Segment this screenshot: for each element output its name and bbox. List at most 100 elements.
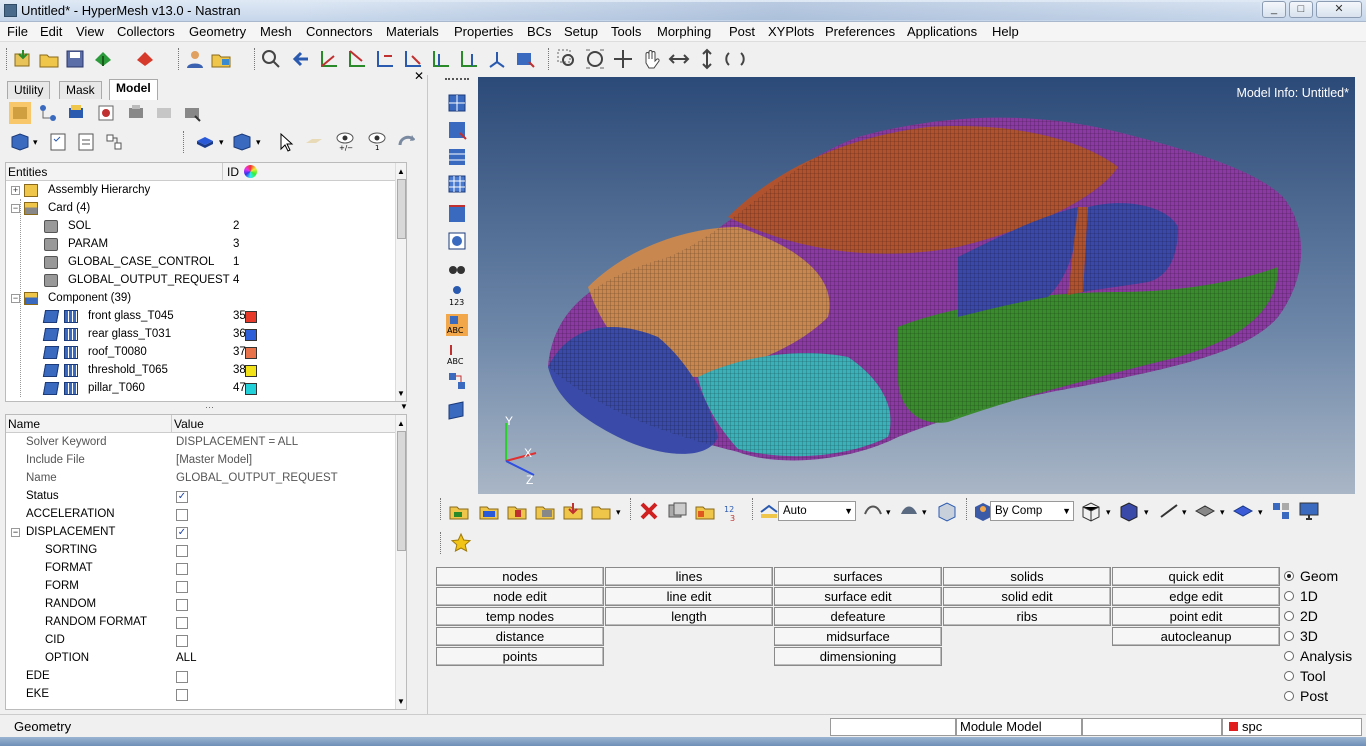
close-button[interactable]: ✕: [1316, 1, 1362, 18]
tree-row[interactable]: threshold_T065 38: [6, 362, 406, 380]
property-checkbox[interactable]: [176, 599, 188, 611]
view-zx-icon[interactable]: [374, 48, 396, 70]
find-icon[interactable]: [446, 258, 468, 280]
component-display-icon[interactable]: [42, 382, 60, 395]
component-display-icon[interactable]: [42, 346, 60, 359]
find-attached-icon[interactable]: [694, 500, 716, 522]
panel-button-midsurface[interactable]: midsurface: [774, 627, 942, 646]
tree-row[interactable]: − Card (4): [6, 200, 406, 218]
property-row[interactable]: CID: [6, 632, 406, 650]
open-icon[interactable]: [38, 48, 60, 70]
chevron-down-icon[interactable]: ▾: [1258, 507, 1263, 518]
view-user-icon[interactable]: [514, 48, 536, 70]
hierarchy-view-icon[interactable]: [37, 102, 59, 124]
graphics-viewport[interactable]: Model Info: Untitled* Y X Z: [478, 77, 1355, 494]
tree-row[interactable]: GLOBAL_CASE_CONTROL 1: [6, 254, 406, 272]
element-display-icon[interactable]: [64, 328, 78, 341]
chevron-down-icon[interactable]: ▾: [1106, 507, 1111, 518]
view-iso-icon[interactable]: [486, 48, 508, 70]
pan-horizontal-icon[interactable]: [668, 48, 690, 70]
menu-mesh[interactable]: Mesh: [260, 24, 292, 39]
tree-row[interactable]: + Assembly Hierarchy: [6, 182, 406, 200]
minimize-button[interactable]: _: [1262, 1, 1286, 18]
component-color-swatch[interactable]: [245, 311, 257, 323]
user-profile-icon[interactable]: [184, 48, 206, 70]
panel-button-line-edit[interactable]: line edit: [605, 587, 773, 606]
property-row[interactable]: RANDOM: [6, 596, 406, 614]
property-row[interactable]: EDE: [6, 668, 406, 686]
menu-xyplots[interactable]: XYPlots: [768, 24, 814, 39]
show-checkboxes-icon[interactable]: [47, 131, 69, 153]
copy-to-icon[interactable]: [590, 500, 612, 522]
entities-column-header[interactable]: Entities: [8, 165, 47, 179]
component-display-icon[interactable]: [42, 310, 60, 323]
chevron-down-icon[interactable]: ▾: [886, 507, 891, 518]
panel-button-defeature[interactable]: defeature: [774, 607, 942, 626]
scroll-up-icon[interactable]: ▲: [397, 419, 405, 428]
shaded-mode-icon[interactable]: [194, 131, 216, 153]
property-row[interactable]: FORM: [6, 578, 406, 596]
solid-box-icon[interactable]: [936, 500, 958, 522]
transparency-icon[interactable]: [446, 230, 468, 252]
chevron-down-icon[interactable]: ▾: [616, 507, 621, 518]
chevron-down-icon[interactable]: ▾: [219, 137, 224, 148]
property-row[interactable]: SORTING: [6, 542, 406, 560]
panel-button-node-edit[interactable]: node edit: [436, 587, 604, 606]
2d-traditional-icon[interactable]: [1194, 500, 1216, 522]
card-image-icon[interactable]: [534, 500, 556, 522]
zoom-window-icon[interactable]: [556, 48, 578, 70]
property-row[interactable]: Solver Keyword DISPLACEMENT = ALL: [6, 434, 406, 452]
property-row[interactable]: FORMAT: [6, 560, 406, 578]
component-view-icon[interactable]: [9, 102, 31, 124]
radio-indicator[interactable]: [1284, 631, 1294, 642]
panel-button-nodes[interactable]: nodes: [436, 567, 604, 586]
delete-icon[interactable]: [638, 500, 660, 522]
element-display-icon[interactable]: [64, 310, 78, 323]
page-radio-geom[interactable]: Geom: [1284, 568, 1338, 584]
page-radio-post[interactable]: Post: [1284, 688, 1328, 704]
menu-materials[interactable]: Materials: [386, 24, 439, 39]
move-to-icon[interactable]: [562, 500, 584, 522]
panel-button-length[interactable]: length: [605, 607, 773, 626]
menu-geometry[interactable]: Geometry: [189, 24, 246, 39]
chevron-down-icon[interactable]: ▾: [922, 507, 927, 518]
element-color-select[interactable]: By Comp ▼: [990, 501, 1074, 521]
component-color-swatch[interactable]: [245, 347, 257, 359]
pan-icon[interactable]: [640, 48, 662, 70]
menu-view[interactable]: View: [76, 24, 104, 39]
organize-icon[interactable]: [506, 500, 528, 522]
panel-button-point-edit[interactable]: point edit: [1112, 607, 1280, 626]
component-color-swatch[interactable]: [245, 383, 257, 395]
component-color-swatch[interactable]: [245, 329, 257, 341]
panel-button-surfaces[interactable]: surfaces: [774, 567, 942, 586]
component-display-icon[interactable]: [42, 328, 60, 341]
tree-row[interactable]: SOL 2: [6, 218, 406, 236]
favorite-star-icon[interactable]: [450, 532, 472, 554]
wireframe-icon[interactable]: [446, 173, 468, 195]
scroll-up-icon[interactable]: ▲: [397, 167, 405, 176]
labels-abc-icon[interactable]: ABC: [446, 314, 468, 336]
view-xy-bottom-icon[interactable]: [346, 48, 368, 70]
surface-wire-icon[interactable]: [862, 500, 884, 522]
panel-button-autocleanup[interactable]: autocleanup: [1112, 627, 1280, 646]
panel-button-ribs[interactable]: ribs: [943, 607, 1111, 626]
page-radio-1d[interactable]: 1D: [1284, 588, 1318, 604]
component-display-icon[interactable]: [42, 364, 60, 377]
panel-button-solid-edit[interactable]: solid edit: [943, 587, 1111, 606]
zoom-icon[interactable]: [260, 48, 282, 70]
menu-morphing[interactable]: Morphing: [657, 24, 711, 39]
collapse-all-icon[interactable]: [103, 131, 125, 153]
shaded-elements-mesh-icon[interactable]: [1118, 500, 1140, 522]
delete-model-icon[interactable]: [134, 48, 156, 70]
property-checkbox[interactable]: ✓: [176, 491, 188, 503]
color-wheel-icon[interactable]: [244, 165, 257, 178]
tree-scrollbar-thumb[interactable]: [397, 179, 406, 239]
radio-indicator[interactable]: [1284, 691, 1294, 702]
splitter-grip[interactable]: ⋯: [205, 402, 214, 413]
property-checkbox[interactable]: [176, 563, 188, 575]
panel-button-distance[interactable]: distance: [436, 627, 604, 646]
include-file-icon[interactable]: [210, 48, 232, 70]
radio-indicator[interactable]: [1284, 671, 1294, 682]
menu-properties[interactable]: Properties: [454, 24, 513, 39]
chevron-down-icon[interactable]: ▾: [33, 137, 38, 148]
